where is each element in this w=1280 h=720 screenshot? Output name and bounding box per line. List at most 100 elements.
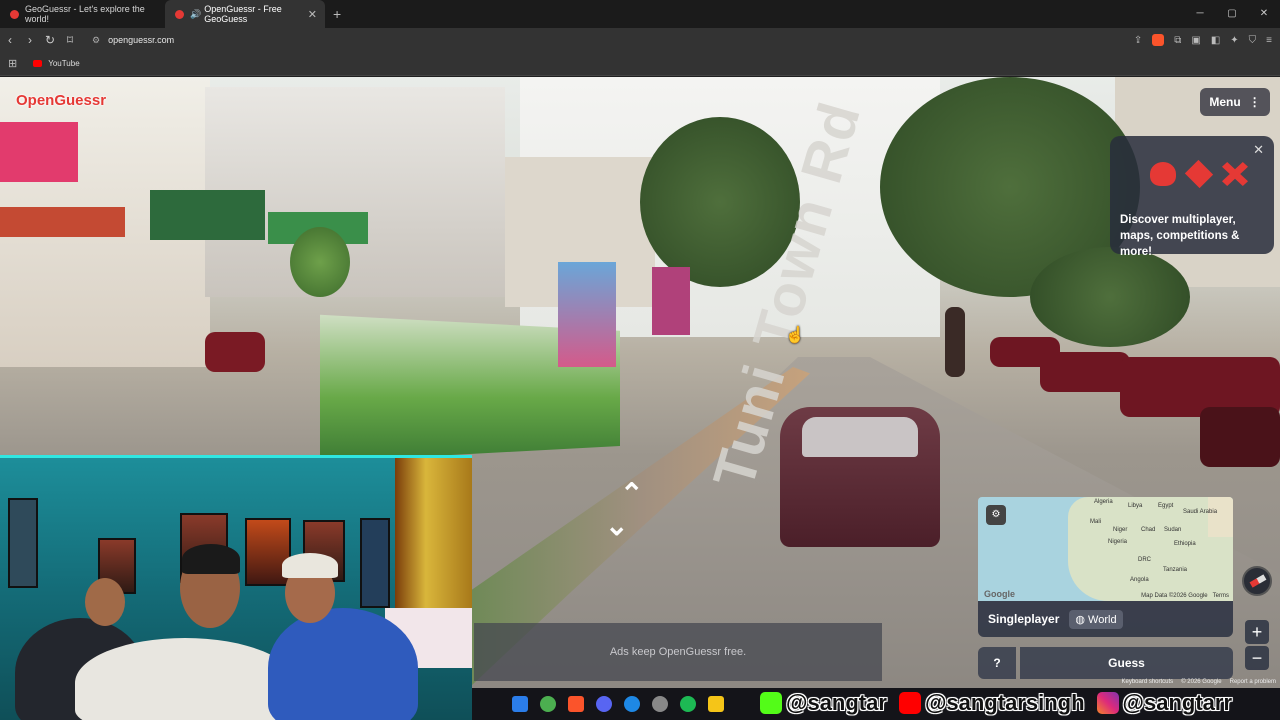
more-vertical-icon: ⋮ bbox=[1248, 95, 1261, 109]
map-label: Chad bbox=[1141, 527, 1156, 533]
leo-icon[interactable]: ✦ bbox=[1230, 35, 1238, 46]
map-label: Algeria bbox=[1094, 499, 1113, 505]
awning bbox=[0, 207, 125, 237]
close-window-icon[interactable]: ✕ bbox=[1248, 0, 1280, 28]
apps-grid-icon[interactable]: ⊞ bbox=[8, 57, 17, 70]
browser-tab-strip: GeoGuessr - Let's explore the world! 🔊 O… bbox=[0, 0, 1280, 28]
nav-arrow-back[interactable]: ⌃ bbox=[620, 477, 643, 510]
close-promo-icon[interactable]: ✕ bbox=[1253, 142, 1264, 158]
url-text: openguessr.com bbox=[108, 35, 175, 45]
extensions-icon[interactable]: ⧉ bbox=[1174, 35, 1181, 46]
openguessr-favicon-icon bbox=[175, 9, 184, 19]
poster-board bbox=[558, 262, 616, 367]
help-button[interactable]: ? bbox=[978, 647, 1016, 679]
poster bbox=[360, 518, 390, 608]
motorbike bbox=[1200, 407, 1280, 467]
discord-icon[interactable] bbox=[596, 696, 612, 712]
bush bbox=[1030, 247, 1190, 347]
sidebar-icon[interactable]: ◧ bbox=[1211, 35, 1220, 46]
bookmark-youtube[interactable]: YouTube bbox=[33, 59, 80, 68]
pedestrian bbox=[945, 307, 965, 377]
billboard-green bbox=[150, 190, 265, 240]
reload-icon[interactable]: ↻ bbox=[40, 33, 60, 47]
map-name-badge[interactable]: ◍ World bbox=[1069, 609, 1123, 629]
promo-icons bbox=[1150, 159, 1248, 189]
person-right bbox=[268, 608, 418, 720]
promo-card[interactable]: ✕ Discover multiplayer, maps, competitio… bbox=[1110, 136, 1274, 258]
guess-controls: ? Guess bbox=[978, 647, 1233, 679]
back-icon[interactable]: ‹ bbox=[0, 33, 20, 47]
map-footer: Keyboard shortcuts © 2026 Google Report … bbox=[1121, 679, 1276, 685]
map-data-footer: © 2026 Google bbox=[1181, 679, 1222, 685]
map-label: Mali bbox=[1090, 519, 1102, 525]
guess-button[interactable]: Guess bbox=[1020, 647, 1233, 679]
youtube-icon bbox=[33, 60, 43, 67]
menu-button[interactable]: Menu ⋮ bbox=[1200, 88, 1270, 116]
poster bbox=[8, 498, 38, 588]
maximize-icon[interactable]: ▢ bbox=[1216, 0, 1248, 28]
curtain bbox=[395, 458, 472, 608]
site-info-icon[interactable]: ⚙ bbox=[92, 35, 100, 46]
zoom-in-button[interactable]: + bbox=[1245, 620, 1269, 644]
new-tab-button[interactable]: + bbox=[333, 6, 341, 22]
map-attribution: Map Data ©2026 Google Terms bbox=[1141, 593, 1229, 599]
minimize-icon[interactable]: ─ bbox=[1184, 0, 1216, 28]
brave-icon[interactable] bbox=[568, 696, 584, 712]
zoom-out-button[interactable]: − bbox=[1245, 646, 1269, 670]
multiplayer-icon bbox=[1150, 162, 1176, 186]
tab-openguessr[interactable]: 🔊 OpenGuessr - Free GeoGuess ✕ bbox=[165, 0, 325, 28]
vpn-icon[interactable]: ⛉ bbox=[1249, 35, 1257, 46]
poster-board bbox=[652, 267, 690, 335]
kick-handle: @sangtar bbox=[786, 690, 887, 715]
speaker-icon[interactable]: 🔊 bbox=[190, 9, 201, 20]
tab-title: GeoGuessr - Let's explore the world! bbox=[25, 4, 145, 24]
game-mode-bar: Singleplayer ◍ World bbox=[978, 601, 1233, 637]
map-terms-link[interactable]: Terms bbox=[1213, 593, 1229, 599]
globe-icon: ◍ bbox=[1075, 613, 1085, 626]
bookmark-icon[interactable]: ⌑ bbox=[60, 33, 80, 47]
windows-start-icon[interactable] bbox=[512, 696, 528, 712]
maps-icon bbox=[1184, 159, 1214, 189]
forward-icon[interactable]: › bbox=[20, 33, 40, 47]
chrome-icon[interactable] bbox=[540, 696, 556, 712]
openguessr-logo[interactable]: OpenGuessr bbox=[16, 92, 106, 109]
compass-icon[interactable] bbox=[1242, 566, 1272, 596]
sapling bbox=[290, 227, 350, 297]
close-tab-icon[interactable]: ✕ bbox=[308, 8, 317, 21]
wallet-icon[interactable]: ▣ bbox=[1191, 35, 1200, 46]
keyboard-shortcuts-link[interactable]: Keyboard shortcuts bbox=[1121, 679, 1173, 685]
map-label: Libya bbox=[1128, 503, 1143, 509]
geoguessr-favicon-icon bbox=[10, 9, 19, 19]
guess-minimap[interactable]: ⚙ Algeria Libya Egypt Saudi Arabia Mali … bbox=[978, 497, 1233, 601]
cap bbox=[282, 553, 338, 578]
ads-banner: Ads keep OpenGuessr free. bbox=[474, 623, 882, 681]
bookmarks-bar: ⊞ YouTube bbox=[0, 52, 1280, 76]
map-label: Nigeria bbox=[1108, 539, 1128, 545]
map-label: Tanzania bbox=[1163, 567, 1188, 573]
report-problem-link[interactable]: Report a problem bbox=[1230, 679, 1276, 685]
taskbar-icons bbox=[512, 696, 724, 712]
motorbike bbox=[205, 332, 265, 372]
mode-label: Singleplayer bbox=[988, 612, 1060, 626]
tab-geoguessr[interactable]: GeoGuessr - Let's explore the world! bbox=[0, 0, 165, 28]
share-icon[interactable]: ⇪ bbox=[1134, 35, 1142, 46]
map-label: Angola bbox=[1130, 577, 1149, 583]
shop-sign bbox=[0, 122, 78, 182]
browser-menu-icon[interactable]: ≡ bbox=[1266, 35, 1272, 46]
spotify-icon[interactable] bbox=[680, 696, 696, 712]
map-label: Sudan bbox=[1164, 527, 1182, 533]
face bbox=[85, 578, 125, 626]
url-field[interactable]: ⚙ openguessr.com bbox=[92, 35, 174, 46]
map-settings-icon[interactable]: ⚙ bbox=[986, 505, 1006, 525]
address-bar: ‹ › ↻ ⌑ ⚙ openguessr.com ⇪ ⧉ ▣ ◧ ✦ ⛉ ≡ bbox=[0, 28, 1280, 52]
brave-shields-icon[interactable] bbox=[1152, 34, 1165, 46]
edge-icon[interactable] bbox=[624, 696, 640, 712]
obs-icon[interactable] bbox=[652, 696, 668, 712]
beanie bbox=[182, 544, 240, 574]
webcam-overlay bbox=[0, 455, 472, 720]
google-logo: Google bbox=[984, 589, 1015, 599]
competition-icon bbox=[1222, 162, 1248, 186]
folder-icon[interactable] bbox=[708, 696, 724, 712]
nav-arrow-forward[interactable]: ⌄ bbox=[605, 509, 628, 542]
kick-icon bbox=[760, 692, 782, 714]
